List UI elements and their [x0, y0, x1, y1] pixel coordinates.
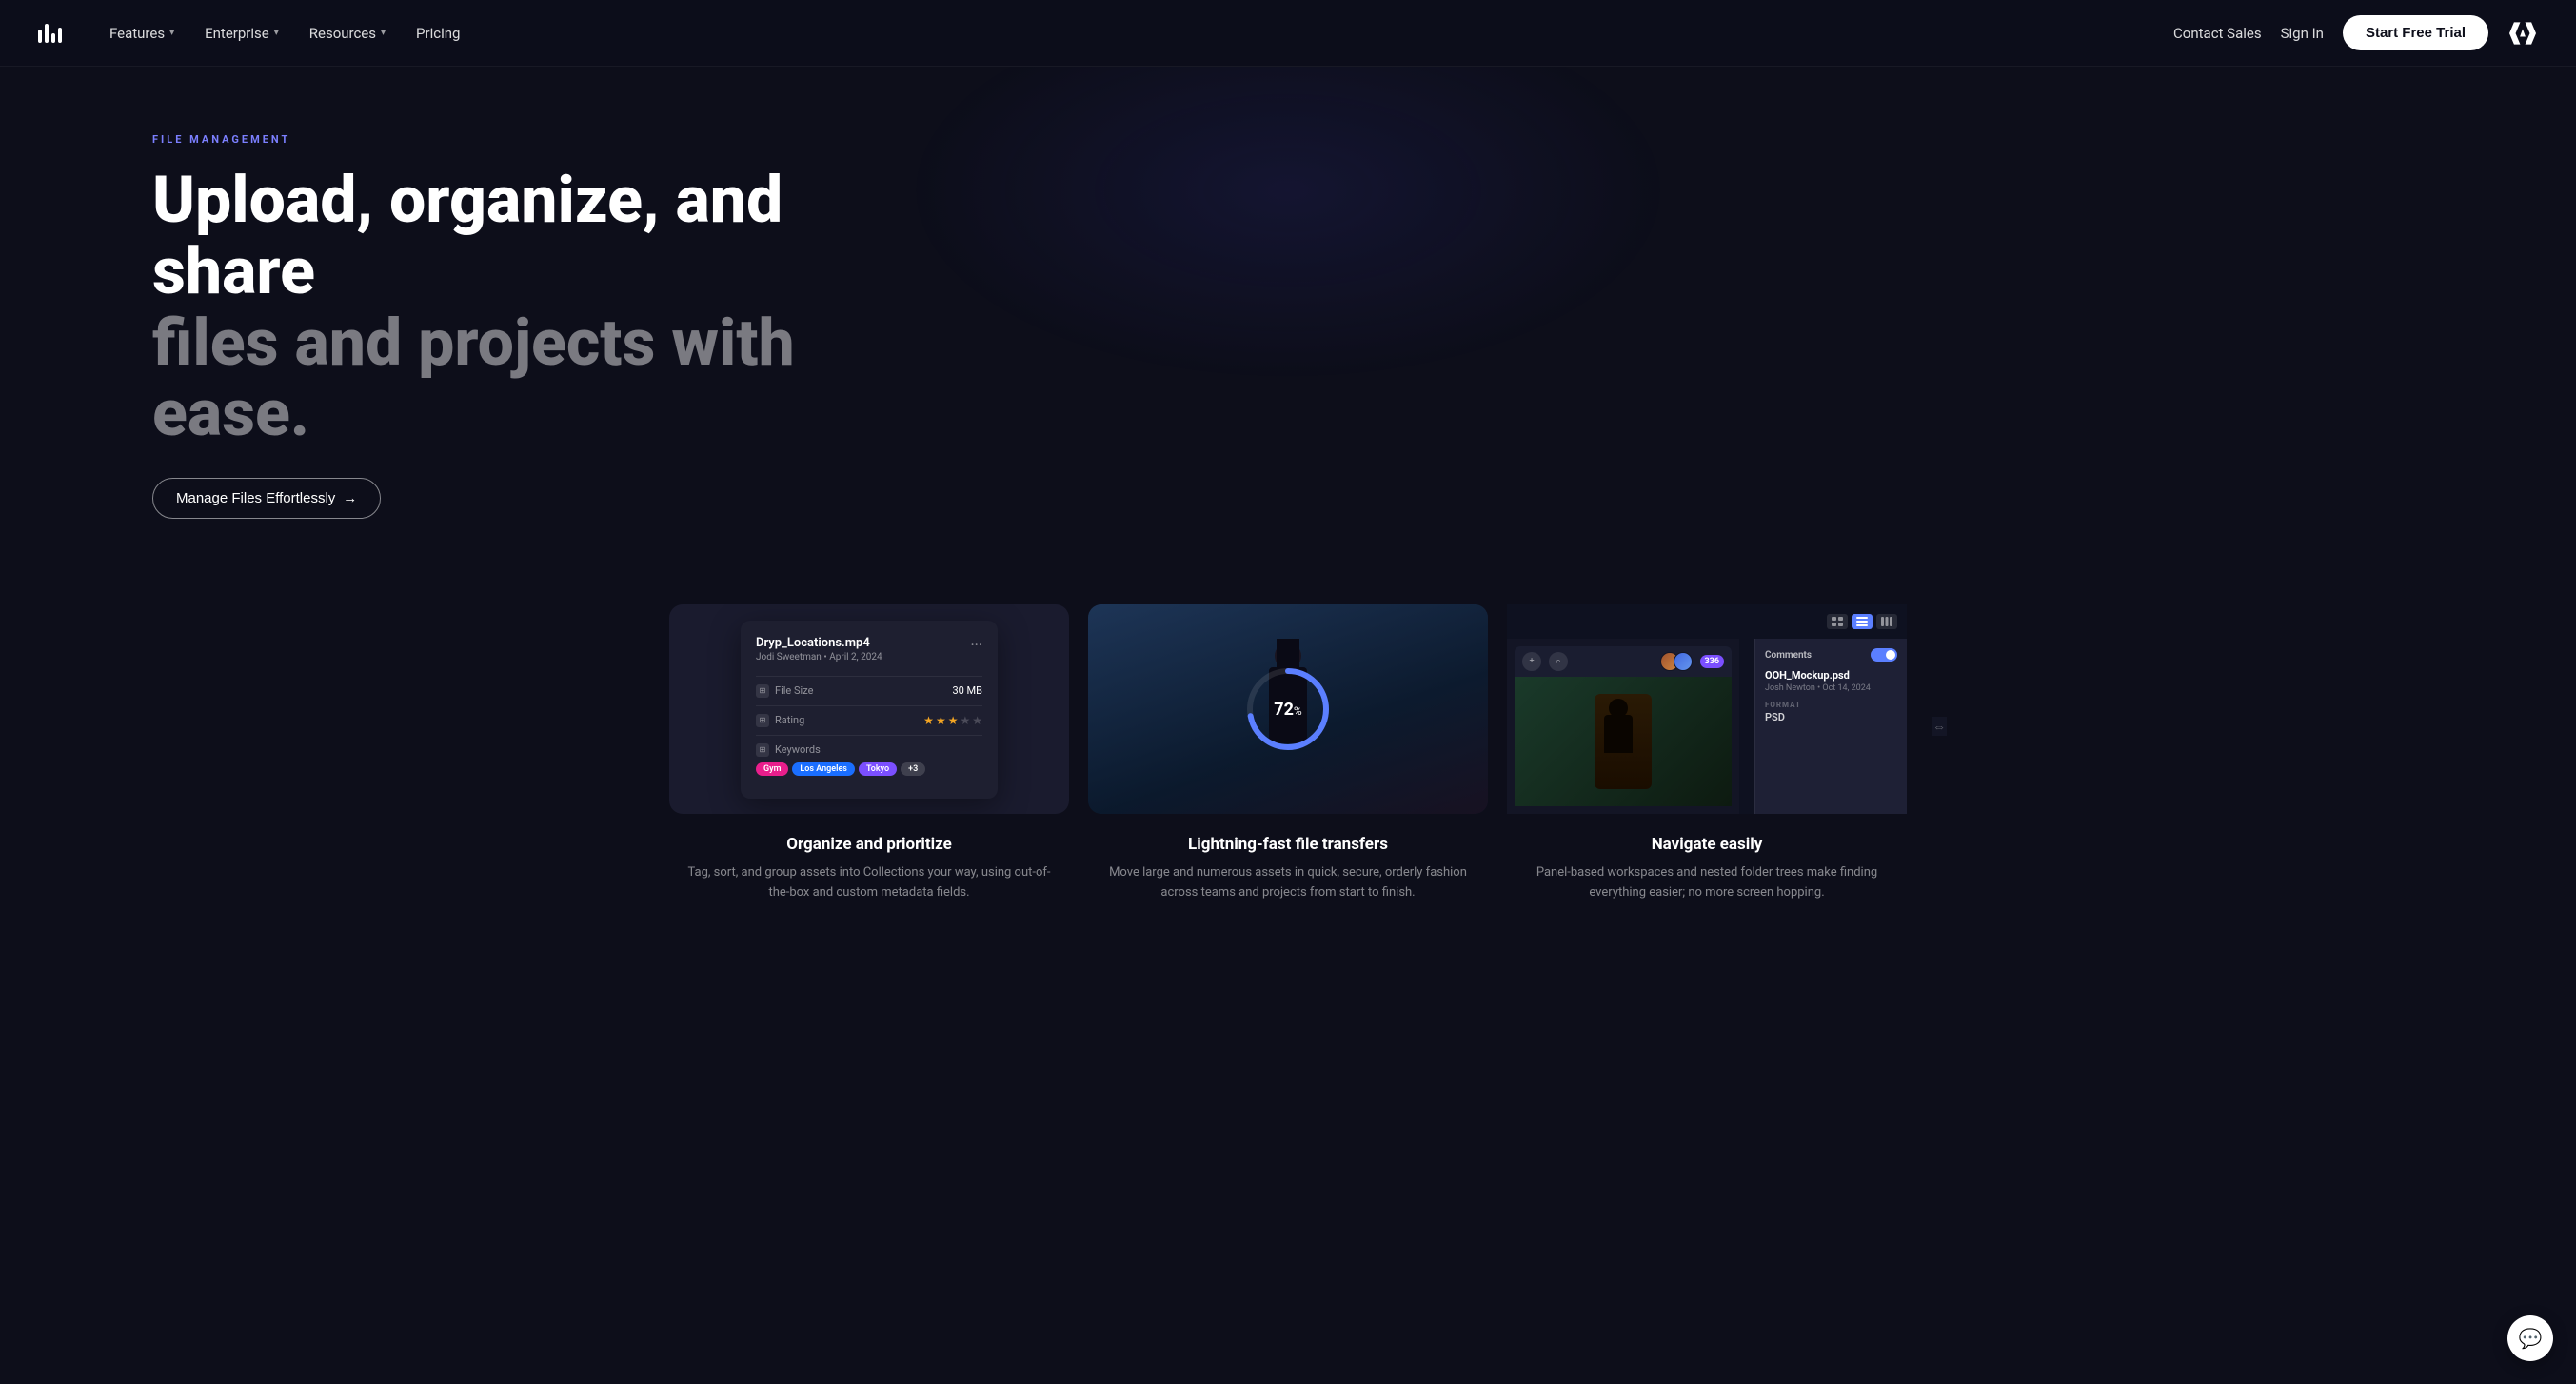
navigate-card-content: Navigate easily Panel-based workspaces a…: [1507, 835, 1907, 903]
panel-resize-handle[interactable]: ⇔: [1932, 717, 1947, 736]
panel-mockup: + ⌕ 336: [1507, 604, 1907, 814]
start-trial-button[interactable]: Start Free Trial: [2343, 15, 2488, 50]
progress-percent-sign: %: [1294, 704, 1302, 718]
panel-filename: OOH_Mockup.psd: [1765, 669, 1897, 682]
keyword-tags: Gym Los Angeles Tokyo +3: [756, 762, 925, 776]
keywords-label: ⊞ Keywords: [756, 743, 832, 757]
chat-bubble-button[interactable]: 💬: [2507, 1315, 2553, 1361]
panel-file-meta: Josh Newton • Oct 14, 2024: [1765, 683, 1897, 693]
navigate-card-image: + ⌕ 336: [1507, 604, 1907, 814]
file-size-value: 30 MB: [952, 684, 982, 697]
mockup-author-date: Jodi Sweetman • April 2, 2024: [756, 652, 882, 662]
nav-features[interactable]: Features ▾: [96, 17, 188, 49]
contact-sales-link[interactable]: Contact Sales: [2173, 25, 2262, 42]
tag-more: +3: [901, 762, 925, 776]
star-1: ★: [923, 714, 934, 727]
nav-links: Features ▾ Enterprise ▾ Resources ▾ Pric…: [96, 17, 473, 49]
comments-label: Comments: [1765, 650, 1812, 661]
transfer-card-content: Lightning-fast file transfers Move large…: [1088, 835, 1488, 903]
panel-search-btn[interactable]: ⌕: [1549, 652, 1568, 671]
navigation: Features ▾ Enterprise ▾ Resources ▾ Pric…: [0, 0, 2576, 67]
progress-indicator: 72%: [1240, 662, 1336, 757]
hero-section: FILE MANAGEMENT Upload, organize, and sh…: [0, 67, 1333, 604]
panel-view-btn-3[interactable]: [1876, 614, 1897, 629]
navigate-title: Navigate easily: [1522, 835, 1892, 854]
hero-cta-button[interactable]: Manage Files Effortlessly →: [152, 478, 381, 519]
panel-view-btn-1[interactable]: [1827, 614, 1848, 629]
adobe-icon[interactable]: [2507, 18, 2538, 49]
navigate-card: + ⌕ 336: [1507, 604, 1907, 903]
hero-category: FILE MANAGEMENT: [152, 133, 1180, 146]
file-size-label: ⊞ File Size: [756, 684, 813, 698]
panel-right: Comments OOH_Mockup.psd Josh Newton • Oc…: [1754, 639, 1907, 814]
features-chevron-icon: ▾: [169, 28, 174, 38]
organize-title: Organize and prioritize: [684, 835, 1054, 854]
user-count-badge: 336: [1700, 655, 1725, 668]
navigate-desc: Panel-based workspaces and nested folder…: [1522, 863, 1892, 903]
chat-icon: 💬: [2519, 1327, 2543, 1350]
logo[interactable]: [38, 24, 62, 43]
nav-enterprise[interactable]: Enterprise ▾: [191, 17, 292, 49]
enterprise-chevron-icon: ▾: [274, 28, 279, 38]
panel-left: + ⌕ 336: [1507, 639, 1739, 814]
feature-cards: Dryp_Locations.mp4 Jodi Sweetman • April…: [0, 604, 2576, 960]
logo-icon: [38, 24, 62, 43]
progress-value: 72%: [1274, 700, 1301, 720]
keywords-icon: ⊞: [756, 743, 769, 757]
avatar-2: [1674, 652, 1693, 671]
panel-add-btn[interactable]: +: [1522, 652, 1541, 671]
organize-desc: Tag, sort, and group assets into Collect…: [684, 863, 1054, 903]
hero-title: Upload, organize, and share files and pr…: [152, 165, 819, 449]
file-size-icon: ⊞: [756, 684, 769, 698]
rating-stars: ★ ★ ★ ★ ★: [923, 714, 982, 727]
organize-card-content: Organize and prioritize Tag, sort, and g…: [669, 835, 1069, 903]
star-5: ★: [972, 714, 982, 727]
transfer-card-image: 72%: [1088, 604, 1488, 814]
rating-label: ⊞ Rating: [756, 714, 804, 727]
panel-top-bar: + ⌕ 336: [1515, 646, 1732, 677]
organize-card: Dryp_Locations.mp4 Jodi Sweetman • April…: [669, 604, 1069, 903]
star-2: ★: [936, 714, 946, 727]
nav-resources[interactable]: Resources ▾: [296, 17, 399, 49]
format-value: PSD: [1765, 711, 1897, 723]
mockup-more-button[interactable]: ···: [970, 636, 982, 654]
resources-chevron-icon: ▾: [381, 28, 386, 38]
tag-la: Los Angeles: [792, 762, 855, 776]
format-label: FORMAT: [1765, 701, 1897, 709]
transfer-card: 72% Lightning-fast file transfers Move l…: [1088, 604, 1488, 903]
star-4: ★: [960, 714, 970, 727]
star-3: ★: [948, 714, 959, 727]
tag-tokyo: Tokyo: [859, 762, 897, 776]
panel-view-btn-2[interactable]: [1852, 614, 1873, 629]
mockup-filename: Dryp_Locations.mp4: [756, 636, 882, 650]
rating-icon: ⊞: [756, 714, 769, 727]
transfer-desc: Move large and numerous assets in quick,…: [1103, 863, 1473, 903]
panel-user-avatars: [1666, 652, 1693, 671]
comments-toggle[interactable]: [1871, 648, 1897, 662]
organize-card-image: Dryp_Locations.mp4 Jodi Sweetman • April…: [669, 604, 1069, 814]
panel-toolbar: [1827, 614, 1897, 629]
panel-preview-image: [1515, 677, 1732, 806]
nav-pricing[interactable]: Pricing: [403, 17, 473, 49]
sign-in-link[interactable]: Sign In: [2281, 25, 2324, 42]
transfer-title: Lightning-fast file transfers: [1103, 835, 1473, 854]
file-metadata-mockup: Dryp_Locations.mp4 Jodi Sweetman • April…: [741, 621, 998, 799]
tag-gym: Gym: [756, 762, 788, 776]
panel-main-area: + ⌕ 336: [1507, 639, 1907, 814]
